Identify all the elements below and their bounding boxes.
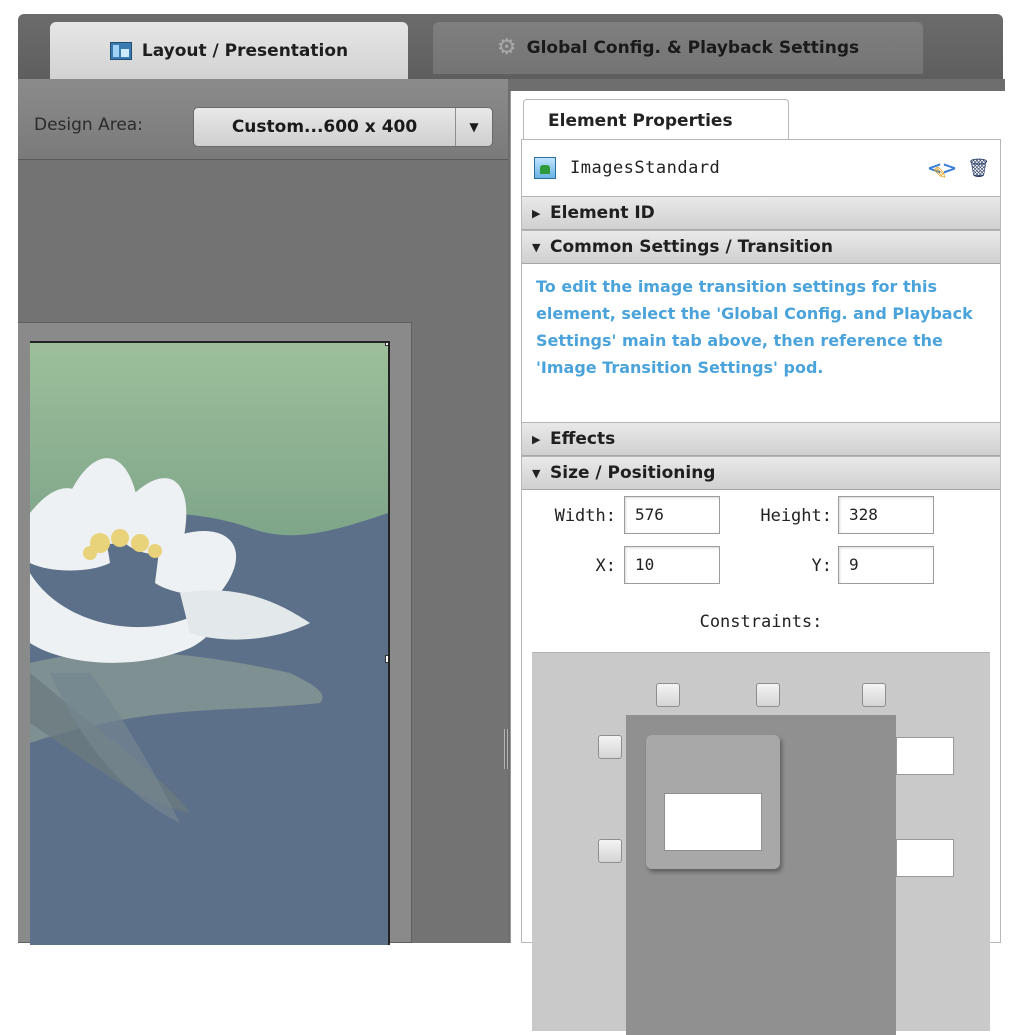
design-pane: Design Area: Custom...600 x 400 ▼: [18, 79, 510, 945]
gear-icon: ⚙: [496, 35, 517, 60]
image-element-icon: [534, 157, 556, 179]
tab-element-properties[interactable]: Element Properties: [523, 99, 789, 141]
image-element[interactable]: [30, 341, 390, 945]
element-row: ImagesStandard <> ✎ 🗑: [522, 140, 1000, 196]
height-label: Height:: [760, 506, 832, 526]
resize-handle-right[interactable]: [385, 655, 388, 663]
constraint-container-preview: [626, 715, 896, 1035]
constraint-left-top-checkbox[interactable]: [598, 735, 622, 759]
resize-handle-top-right[interactable]: [385, 343, 388, 346]
element-actions: <> ✎ 🗑: [927, 158, 990, 184]
x-label: X:: [595, 556, 616, 576]
constraints-label: Constraints:: [699, 612, 823, 632]
section-element-id-label: Element ID: [550, 203, 655, 223]
constraint-top-center-checkbox[interactable]: [756, 683, 780, 707]
triangle-right-icon: ▶: [532, 206, 541, 220]
design-area-label: Design Area:: [34, 115, 143, 135]
properties-pane: Element Properties ImagesStandard <> ✎ 🗑 …: [510, 91, 1006, 1035]
tab-element-properties-label: Element Properties: [548, 110, 733, 131]
layout-icon: [109, 41, 132, 60]
constraint-element-preview: [646, 735, 780, 869]
size-positioning-panel: Width: 576 Height: 328 X: 10 Y: 9 Constr…: [522, 490, 1000, 1035]
constraint-right-top-field[interactable]: [896, 737, 954, 775]
tab-global-config-label: Global Config. & Playback Settings: [526, 38, 860, 58]
edit-code-icon[interactable]: <> ✎: [927, 158, 957, 184]
section-size-positioning[interactable]: ▼ Size / Positioning: [522, 456, 1000, 490]
section-size-positioning-label: Size / Positioning: [550, 463, 716, 483]
section-common-settings[interactable]: ▼ Common Settings / Transition: [522, 230, 1000, 264]
y-label: Y:: [811, 556, 832, 576]
tab-layout-presentation[interactable]: Layout / Presentation: [50, 22, 408, 79]
section-effects[interactable]: ▶ Effects: [522, 422, 1000, 456]
design-area-select[interactable]: Custom...600 x 400 ▼: [193, 107, 493, 147]
properties-body: ImagesStandard <> ✎ 🗑 ▶ Element ID ▼ Comm…: [521, 139, 1001, 1035]
element-name: ImagesStandard: [570, 158, 721, 178]
tab-layout-presentation-label: Layout / Presentation: [141, 40, 349, 61]
constraint-left-bottom-checkbox[interactable]: [598, 839, 622, 863]
section-common-settings-label: Common Settings / Transition: [550, 237, 833, 257]
water-lily-image: [30, 343, 388, 945]
design-toolbar: Design Area: Custom...600 x 400 ▼: [18, 79, 508, 160]
y-field[interactable]: 9: [838, 546, 934, 584]
height-field[interactable]: 328: [838, 496, 934, 534]
triangle-down-icon: ▼: [532, 240, 541, 254]
constraint-right-bottom-field[interactable]: [896, 839, 954, 877]
design-area-value: Custom...600 x 400: [231, 117, 418, 137]
section-element-id[interactable]: ▶ Element ID: [522, 196, 1000, 230]
x-field[interactable]: 10: [624, 546, 720, 584]
width-label: Width:: [554, 506, 616, 526]
triangle-down-icon: ▼: [532, 466, 541, 480]
tab-global-config[interactable]: ⚙ Global Config. & Playback Settings: [433, 22, 923, 74]
main-tabbar: Layout / Presentation ⚙ Global Config. &…: [18, 14, 1003, 79]
section-effects-label: Effects: [550, 429, 616, 449]
constraints-panel: [532, 652, 990, 1035]
workspace: Design Area: Custom...600 x 400 ▼ Elemen…: [18, 79, 1006, 1035]
constraint-top-left-checkbox[interactable]: [656, 683, 680, 707]
properties-tabbar: Element Properties: [511, 91, 1006, 141]
constraint-size-field[interactable]: [664, 793, 762, 851]
transition-info-text: To edit the image transition settings fo…: [536, 277, 973, 377]
constraint-top-right-checkbox[interactable]: [862, 683, 886, 707]
chevron-down-icon[interactable]: ▼: [455, 108, 492, 146]
trash-icon[interactable]: 🗑: [967, 158, 990, 179]
width-field[interactable]: 576: [624, 496, 720, 534]
triangle-right-icon: ▶: [532, 432, 541, 446]
